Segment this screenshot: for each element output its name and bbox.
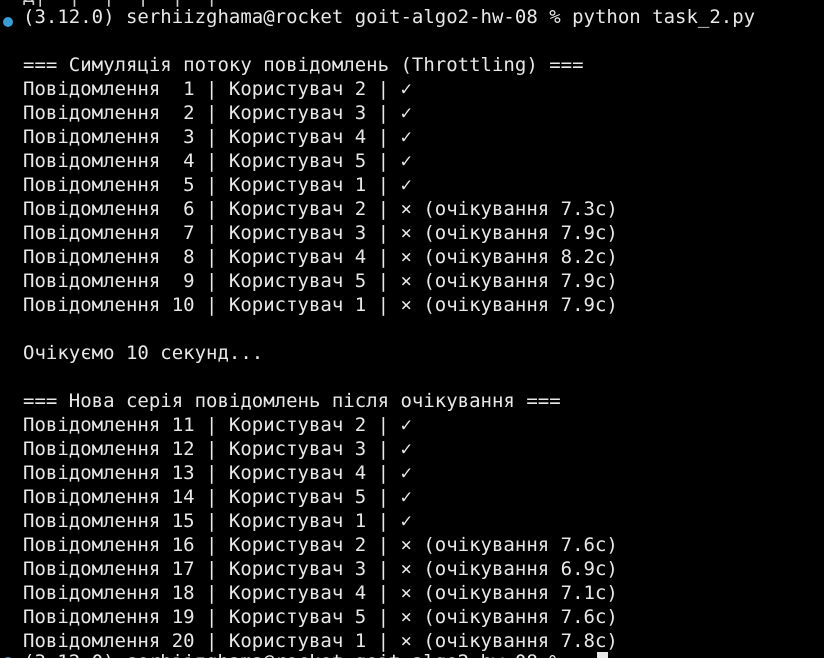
output-line: Повідомлення 5 | Користувач 1 | ✓: [23, 174, 412, 196]
output-line: Повідомлення 19 | Користувач 5 | × (очік…: [23, 606, 618, 628]
output-line: Повідомлення 9 | Користувач 5 | × (очіку…: [23, 270, 618, 292]
output-line: Повідомлення 6 | Користувач 2 | × (очіку…: [23, 198, 618, 220]
output-line: Повідомлення 10 | Користувач 1 | × (очік…: [23, 294, 618, 316]
terminal-cursor: [597, 652, 608, 658]
output-line: Повідомлення 16 | Користувач 2 | × (очік…: [23, 534, 618, 556]
output-line: Повідомлення 4 | Користувач 5 | ✓: [23, 150, 412, 172]
output-line: Повідомлення 1 | Користувач 2 | ✓: [23, 78, 412, 100]
prompt-status-dot-icon: [3, 17, 13, 27]
output-line: === Нова серія повідомлень після очікува…: [23, 390, 561, 412]
output-line: Повідомлення 18 | Користувач 4 | × (очік…: [23, 582, 618, 604]
output-line: Повідомлення 12 | Користувач 3 | ✓: [23, 438, 412, 460]
next-prompt-text: (3.12.0) serhiizghama@rocket goit-algo2-…: [23, 650, 561, 658]
output-line: Повідомлення 7 | Користувач 3 | × (очіку…: [23, 222, 618, 244]
output-line: Повідомлення 11 | Користувач 2 | ✓: [23, 414, 412, 436]
command-prompt-line: (3.12.0) serhiizghama@rocket goit-algo2-…: [0, 5, 755, 29]
output-line: Повідомлення 2 | Користувач 3 | ✓: [23, 102, 412, 124]
next-prompt-line: (3.12.0) serhiizghama@rocket goit-algo2-…: [0, 650, 561, 658]
terminal-window[interactable]: Д| | | | | | (3.12.0) serhiizghama@rocke…: [0, 0, 824, 658]
output-line: Повідомлення 8 | Користувач 4 | × (очіку…: [23, 246, 618, 268]
output-line: Повідомлення 17 | Користувач 3 | × (очік…: [23, 558, 618, 580]
output-line: Повідомлення 15 | Користувач 1 | ✓: [23, 510, 412, 532]
output-line: === Симуляція потоку повідомлень (Thrott…: [23, 54, 584, 76]
output-line: Очікуємо 10 секунд...: [23, 342, 264, 364]
command-text: (3.12.0) serhiizghama@rocket goit-algo2-…: [23, 6, 756, 28]
output-line: Повідомлення 14 | Користувач 5 | ✓: [23, 486, 412, 508]
output-line: Повідомлення 13 | Користувач 4 | ✓: [23, 462, 412, 484]
output-line: Повідомлення 3 | Користувач 4 | ✓: [23, 126, 412, 148]
